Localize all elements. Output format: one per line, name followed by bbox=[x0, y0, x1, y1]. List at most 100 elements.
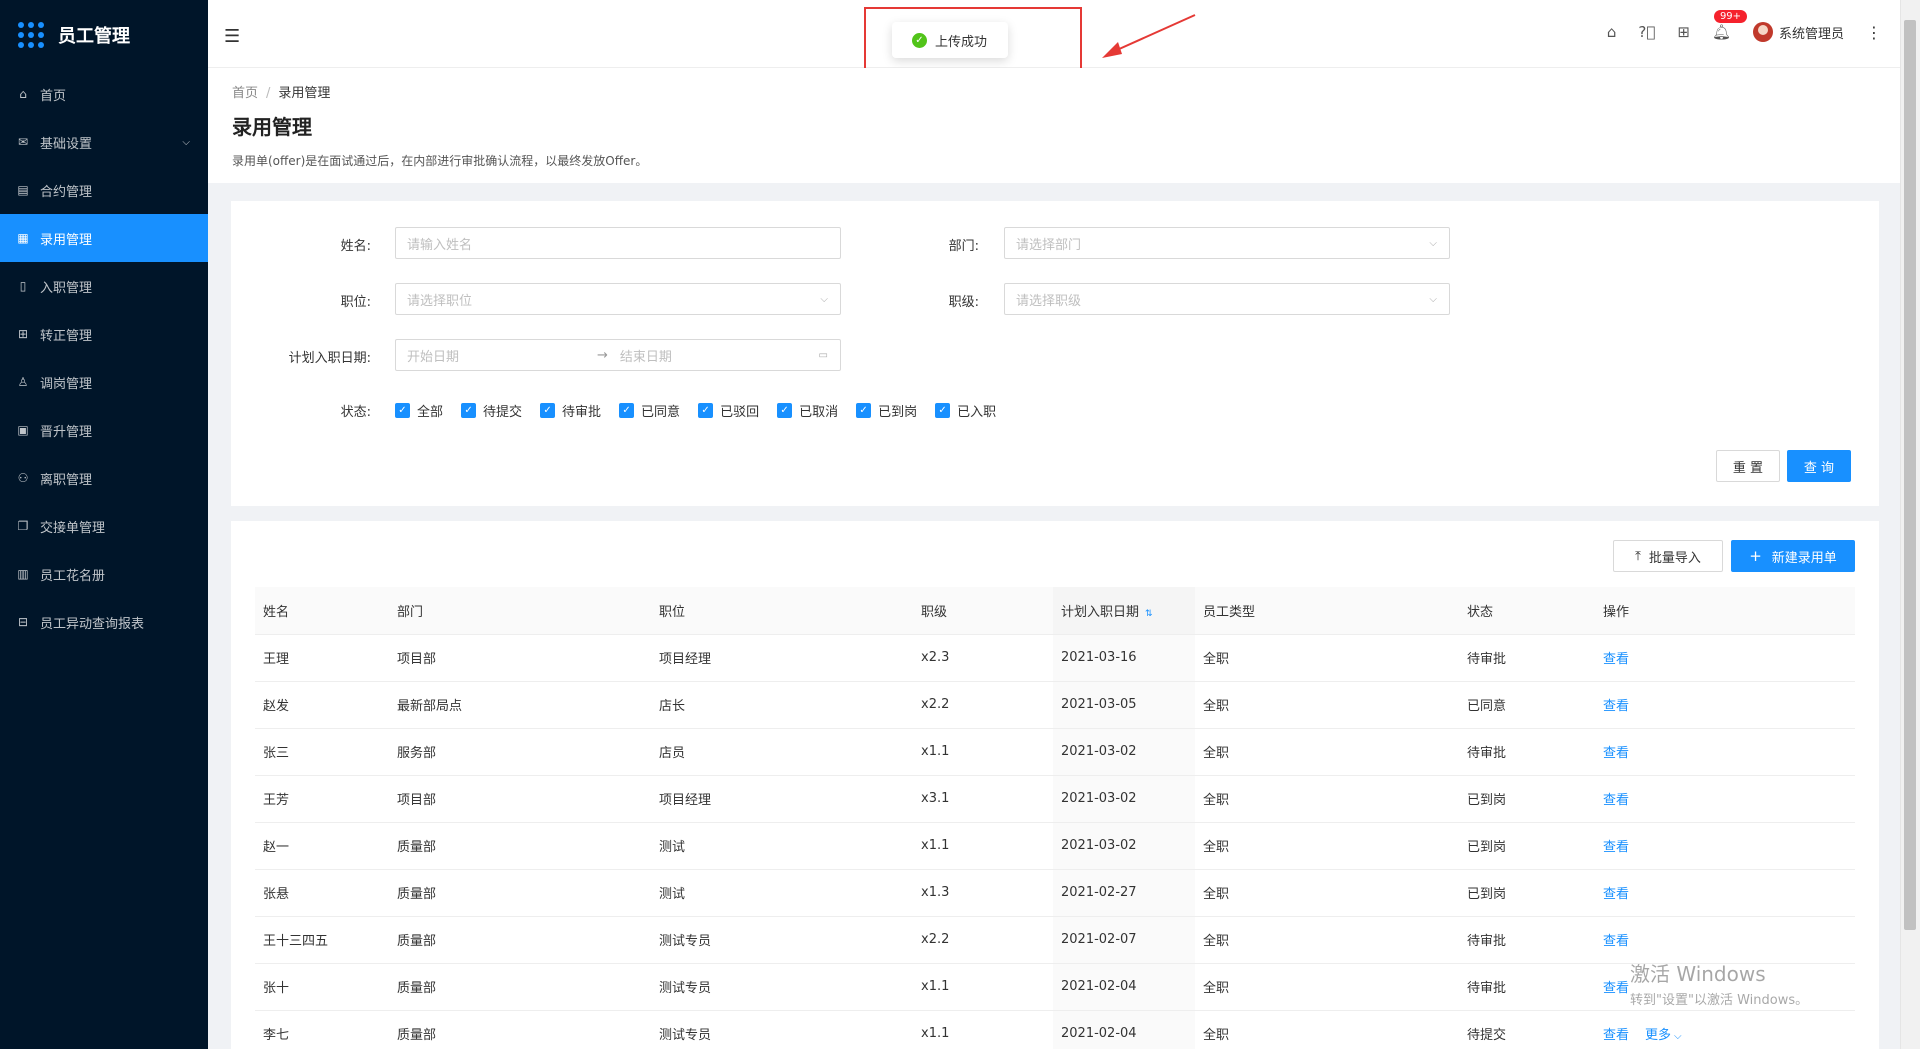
breadcrumb-home[interactable]: 首页 bbox=[232, 86, 258, 101]
user-name: 系统管理员 bbox=[1778, 26, 1844, 42]
sidebar-item[interactable]: ❐ 交接单管理 bbox=[0, 502, 208, 550]
table-row: 张悬 质量部 测试 x1.3 2021-02-27 全职 已到岗 查看 bbox=[255, 869, 1855, 917]
dept-select[interactable]: 请选择部门 ⌵ bbox=[1004, 227, 1450, 259]
cell-dept: 质量部 bbox=[389, 822, 651, 870]
view-link[interactable]: 查看 bbox=[1603, 934, 1629, 949]
status-checkbox[interactable]: ✓ 已到岗 bbox=[856, 401, 917, 420]
sidebar-item[interactable]: ⚇ 离职管理 bbox=[0, 454, 208, 502]
sidebar-item[interactable]: ▤ 合约管理 bbox=[0, 166, 208, 214]
status-checkbox-label: 已同意 bbox=[641, 405, 681, 420]
cell-type: 全职 bbox=[1195, 916, 1459, 964]
page-scrollbar[interactable] bbox=[1900, 0, 1920, 1049]
status-label: 状态: bbox=[340, 405, 371, 420]
bell-icon[interactable]: 🔔︎ 99+ bbox=[1712, 10, 1748, 41]
view-link[interactable]: 查看 bbox=[1603, 652, 1629, 667]
sidebar-item[interactable]: ▦ 录用管理 bbox=[0, 214, 208, 262]
sidebar-item[interactable]: ✉ 基础设置 ⌵ bbox=[0, 118, 208, 166]
sidebar-item[interactable]: ▣ 晋升管理 bbox=[0, 406, 208, 454]
help-icon[interactable]: ?⃝ bbox=[1638, 23, 1655, 41]
cell-level: x1.1 bbox=[913, 822, 1053, 870]
query-button[interactable]: 查 询 bbox=[1787, 450, 1851, 482]
sidebar: 员工管理 ⌂ 首页 ✉ 基础设置 ⌵ ▤ 合约管理 ▦ 录用管理 ▯ 入职管理 ⊞ 转正管理 ♙ 调岗管理 ▣… bbox=[0, 0, 208, 1049]
filter-panel: 姓名: 请输入姓名 部门: 请选择部门 ⌵ 职位: 请选择职位 ⌵ 职级: 请选择职… bbox=[231, 201, 1879, 506]
view-link[interactable]: 查看 bbox=[1603, 793, 1629, 808]
sidebar-item-label: 入职管理 bbox=[40, 280, 93, 296]
sidebar-item[interactable]: ⊟ 员工异动查询报表 bbox=[0, 598, 208, 646]
cell-date: 2021-02-04 bbox=[1053, 1010, 1195, 1049]
sidebar-item[interactable]: ⌂ 首页 bbox=[0, 70, 208, 118]
cell-name: 王十三四五 bbox=[255, 916, 389, 964]
sidebar-item[interactable]: ▯ 入职管理 bbox=[0, 262, 208, 310]
view-link[interactable]: 查看 bbox=[1603, 1028, 1629, 1043]
cell-status: 待审批 bbox=[1459, 634, 1595, 682]
cell-status: 已到岗 bbox=[1459, 822, 1595, 870]
reset-button[interactable]: 重 置 bbox=[1716, 450, 1780, 482]
cell-name: 张悬 bbox=[255, 869, 389, 917]
status-checkbox-label: 待审批 bbox=[562, 405, 602, 420]
breadcrumb-current: 录用管理 bbox=[278, 86, 331, 101]
cell-level: x2.2 bbox=[913, 916, 1053, 964]
cell-type: 全职 bbox=[1195, 728, 1459, 776]
status-checkbox[interactable]: ✓ 全部 bbox=[395, 401, 443, 420]
sidebar-item[interactable]: ⊞ 转正管理 bbox=[0, 310, 208, 358]
status-checkbox[interactable]: ✓ 待审批 bbox=[540, 401, 601, 420]
view-link[interactable]: 查看 bbox=[1603, 981, 1629, 996]
user-menu[interactable]: 系统管理员 bbox=[1752, 22, 1844, 42]
cell-type: 全职 bbox=[1195, 822, 1459, 870]
cell-dept: 项目部 bbox=[389, 634, 651, 682]
new-offer-button[interactable]: + 新建录用单 bbox=[1731, 540, 1855, 572]
column-header: 部门 bbox=[389, 587, 651, 635]
status-checkbox[interactable]: ✓ 已取消 bbox=[777, 401, 838, 420]
home-icon[interactable]: ⌂ bbox=[1607, 23, 1617, 41]
sidebar-item[interactable]: ▥ 员工花名册 bbox=[0, 550, 208, 598]
cell-type: 全职 bbox=[1195, 775, 1459, 823]
cell-type: 全职 bbox=[1195, 681, 1459, 729]
column-header: 职位 bbox=[651, 587, 913, 635]
cell-dept: 服务部 bbox=[389, 728, 651, 776]
sidebar-item-label: 交接单管理 bbox=[40, 520, 106, 536]
sort-icon[interactable]: ⇅ bbox=[1145, 609, 1153, 619]
header-actions: ⌂ ?⃝ ⊞ 🔔︎ 99+ 系统管理员 ⋮ bbox=[1607, 10, 1882, 42]
status-checkbox[interactable]: ✓ 已驳回 bbox=[698, 401, 759, 420]
status-checkbox[interactable]: ✓ 已入职 bbox=[935, 401, 996, 420]
sidebar-item[interactable]: ♙ 调岗管理 bbox=[0, 358, 208, 406]
sidebar-item-label: 调岗管理 bbox=[40, 376, 93, 392]
checkbox-checked-icon: ✓ bbox=[698, 403, 714, 418]
user-icon: ♙ bbox=[17, 375, 29, 389]
page-title: 录用管理 bbox=[232, 115, 312, 139]
sidebar-item-label: 录用管理 bbox=[40, 232, 93, 248]
table-row: 王芳 项目部 项目经理 x3.1 2021-03-02 全职 已到岗 查看 bbox=[255, 775, 1855, 823]
view-link[interactable]: 查看 bbox=[1603, 887, 1629, 902]
level-select[interactable]: 请选择职级 ⌵ bbox=[1004, 283, 1450, 315]
cell-status: 已到岗 bbox=[1459, 869, 1595, 917]
cell-actions: 查看 bbox=[1595, 869, 1855, 917]
apps-icon[interactable]: ⊞ bbox=[1677, 23, 1690, 41]
cell-actions: 查看 bbox=[1595, 728, 1855, 776]
copy-icon: ❐ bbox=[17, 519, 29, 533]
chevron-down-icon: ⌵ bbox=[820, 293, 828, 305]
notification-badge: 99+ bbox=[1713, 10, 1748, 23]
batch-import-button[interactable]: ⤒ 批量导入 bbox=[1613, 540, 1723, 572]
name-input[interactable]: 请输入姓名 bbox=[395, 227, 841, 259]
user-leave-icon: ⚇ bbox=[17, 471, 29, 485]
menu-fold-icon[interactable]: ☰ bbox=[224, 26, 240, 47]
view-link[interactable]: 查看 bbox=[1603, 746, 1629, 761]
view-link[interactable]: 查看 bbox=[1603, 840, 1629, 855]
column-header[interactable]: 计划入职日期 ⇅ bbox=[1053, 587, 1195, 635]
view-link[interactable]: 查看 bbox=[1603, 699, 1629, 714]
status-checkbox[interactable]: ✓ 已同意 bbox=[619, 401, 680, 420]
checkbox-checked-icon: ✓ bbox=[540, 403, 556, 418]
sidebar-item-label: 员工花名册 bbox=[40, 568, 106, 584]
cell-date: 2021-02-07 bbox=[1053, 916, 1195, 964]
position-select[interactable]: 请选择职位 ⌵ bbox=[395, 283, 841, 315]
date-range-picker[interactable]: 开始日期 → 结束日期 ▭ bbox=[395, 339, 841, 371]
more-vertical-icon[interactable]: ⋮ bbox=[1866, 23, 1882, 42]
cell-position: 测试 bbox=[651, 822, 913, 870]
status-checkbox-group: 状态: ✓ 全部 ✓ 待提交 ✓ 待审批 ✓ 已同意 ✓ 已驳回 ✓ 已取消 ✓ 已到岗 ✓ 已入职 bbox=[341, 401, 996, 420]
status-checkbox[interactable]: ✓ 待提交 bbox=[461, 401, 522, 420]
cell-level: x1.1 bbox=[913, 728, 1053, 776]
cell-level: x2.2 bbox=[913, 681, 1053, 729]
more-dropdown-link[interactable]: 更多 ⌵ bbox=[1645, 1028, 1682, 1043]
offer-table: 姓名 部门 职位 职级 计划入职日期 ⇅ 员工类型 状态 操作 王理 项目部 项目经理 x2.3 202… bbox=[255, 587, 1855, 1049]
cell-status: 已同意 bbox=[1459, 681, 1595, 729]
